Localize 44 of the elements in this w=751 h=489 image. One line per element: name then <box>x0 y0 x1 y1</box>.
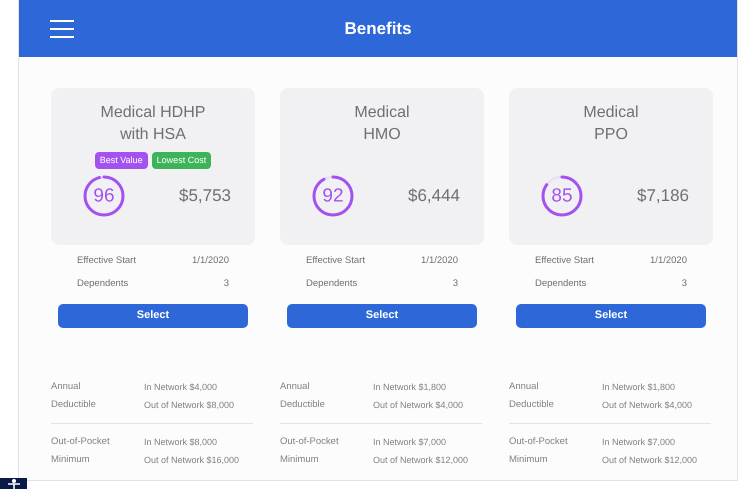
detail-label: Dependents <box>535 277 586 292</box>
detail-value: 1/1/2020 <box>650 254 687 268</box>
cost-label: Annual Deductible <box>51 380 97 412</box>
detail-label: Effective Start <box>535 254 594 268</box>
tag: Best Value <box>94 152 148 169</box>
detail-value: 3 <box>224 277 229 292</box>
score-ring <box>81 173 127 219</box>
cost-label: Out-of-Pocket Minimum <box>509 434 569 466</box>
annual-cost: $6,444 <box>408 185 460 208</box>
plan-name: Medical PPO <box>583 103 639 145</box>
cost-values: In Network $4,000 Out of Network $8,000 <box>144 380 234 412</box>
cost-values: In Network $1,800 Out of Network $4,000 <box>602 380 692 412</box>
score: 96 <box>93 186 115 206</box>
annual-cost: $7,186 <box>637 185 689 208</box>
plan-name: Medical HMO <box>354 103 410 145</box>
cost-label: Annual Deductible <box>280 380 326 412</box>
cost-values: In Network $8,000 Out of Network $16,000 <box>144 436 240 466</box>
detail-label: Dependents <box>77 277 128 292</box>
cost-label: Out-of-Pocket Minimum <box>280 434 340 466</box>
detail-label: Effective Start <box>306 254 365 268</box>
detail-value: 3 <box>682 277 687 292</box>
score: 92 <box>322 186 344 206</box>
cost-values: In Network $7,000 Out of Network $12,000 <box>602 436 698 466</box>
menu-icon[interactable] <box>49 18 75 38</box>
score-ring <box>310 173 356 219</box>
page-title: Benefits <box>344 18 412 40</box>
cost-label: Annual Deductible <box>509 380 555 412</box>
plan-name: Medical HDHP with HSA <box>100 103 206 145</box>
select-button[interactable]: Select <box>287 304 477 328</box>
cost-values: In Network $7,000 Out of Network $12,000 <box>373 436 468 466</box>
tag: Lowest Cost <box>152 152 212 169</box>
score-ring <box>539 173 585 219</box>
select-button[interactable]: Select <box>58 304 248 328</box>
accessibility-button[interactable] <box>0 478 27 489</box>
detail-label: Dependents <box>306 277 358 292</box>
select-button[interactable]: Select <box>516 304 706 328</box>
detail-value: 3 <box>452 277 458 292</box>
detail-value: 1/1/2020 <box>192 254 229 268</box>
score: 85 <box>551 186 573 206</box>
annual-cost: $5,753 <box>179 185 231 208</box>
cost-values: In Network $1,800 Out of Network $4,000 <box>373 380 464 412</box>
cost-label: Out-of-Pocket Minimum <box>51 434 111 466</box>
detail-value: 1/1/2020 <box>421 254 458 268</box>
detail-label: Effective Start <box>77 254 136 268</box>
